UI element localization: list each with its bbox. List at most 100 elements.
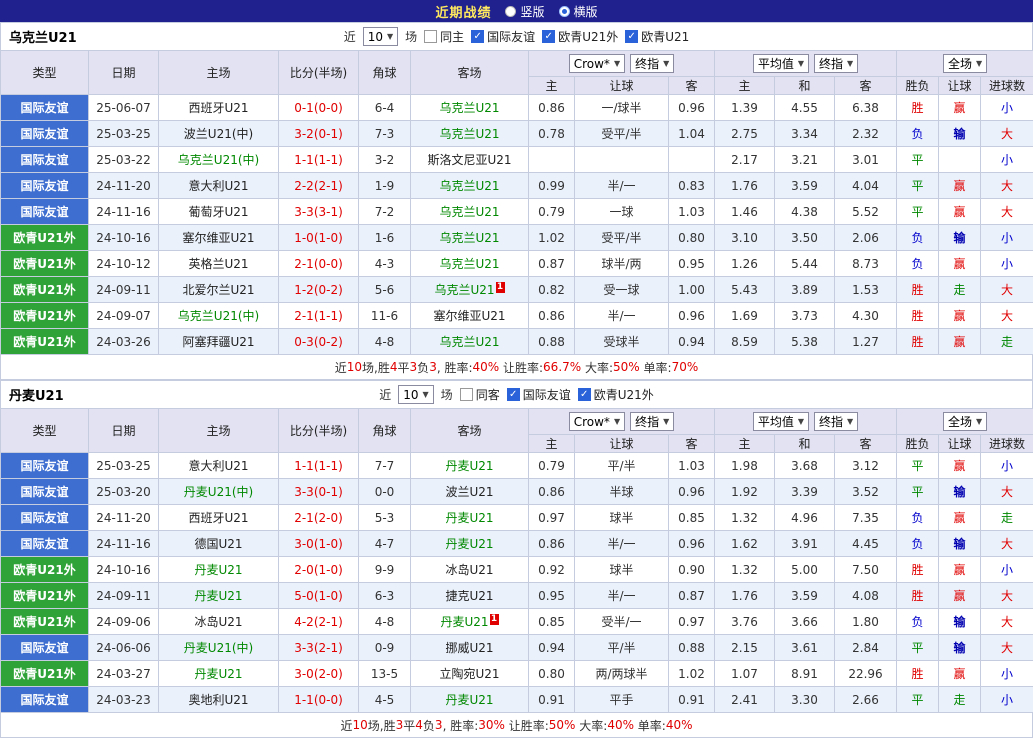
- summary-segment: 3: [435, 718, 443, 732]
- result-goals: 大: [981, 199, 1033, 225]
- corner-score: 11-6: [359, 303, 411, 329]
- avg-draw-odds: 3.89: [775, 277, 835, 303]
- match-score: 2-1(1-1): [279, 303, 359, 329]
- team-text: 意大利U21: [188, 179, 248, 193]
- result-wdl: 胜: [897, 95, 939, 121]
- odds-home-value: 0.92: [529, 557, 575, 583]
- summary-segment: 40%: [473, 360, 500, 374]
- summary-segment: 30%: [478, 718, 505, 732]
- odds-time-select[interactable]: 终指 ▼: [630, 54, 674, 73]
- away-team-name: 丹麦U211: [411, 609, 529, 635]
- checkbox-icon: [507, 388, 520, 401]
- select-value: 10: [368, 30, 383, 44]
- odds-away-value: 1.02: [669, 661, 715, 687]
- filter-near-label: 近: [379, 386, 391, 403]
- corner-score: 1-9: [359, 173, 411, 199]
- filter-checkbox[interactable]: 同客: [460, 386, 500, 403]
- col-away: 客场: [411, 409, 529, 453]
- chevron-down-icon: ▼: [423, 390, 429, 399]
- checkbox-label: 同主: [440, 28, 464, 45]
- match-row: 欧青U21外 24-10-16 塞尔维亚U21 1-0(1-0) 1-6 乌克兰…: [1, 225, 1033, 251]
- odds-home-value: 0.79: [529, 453, 575, 479]
- result-handicap: 赢: [939, 583, 981, 609]
- odds-away-value: 0.91: [669, 687, 715, 713]
- summary-segment: 40%: [666, 718, 693, 732]
- filter-checkbox[interactable]: 欧青U21外: [542, 28, 618, 45]
- team-text: 意大利U21: [188, 459, 248, 473]
- odds-away-value: 0.96: [669, 303, 715, 329]
- avg-home-odds: 1.07: [715, 661, 775, 687]
- layout-radio-horizontal[interactable]: 横版: [559, 3, 598, 20]
- odds-time-select[interactable]: 终指 ▼: [630, 412, 674, 431]
- team-text: 立陶宛U21: [439, 667, 499, 681]
- summary-segment: 让胜率:: [505, 717, 549, 734]
- avg-source-select[interactable]: 平均值 ▼: [753, 54, 809, 73]
- result-handicap: 赢: [939, 251, 981, 277]
- result-handicap: 走: [939, 687, 981, 713]
- result-handicap: 输: [939, 531, 981, 557]
- filter-checkbox[interactable]: 国际友谊: [507, 386, 571, 403]
- team-text: 挪威U21: [445, 641, 493, 655]
- summary-segment: 70%: [672, 360, 699, 374]
- team-text: 乌克兰U21: [439, 335, 499, 349]
- col-type: 类型: [1, 51, 89, 95]
- avg-time-select[interactable]: 终指 ▼: [814, 412, 858, 431]
- summary-segment: 40%: [607, 718, 634, 732]
- result-wdl: 胜: [897, 583, 939, 609]
- filter-checkbox[interactable]: 同主: [424, 28, 464, 45]
- checkbox-label: 欧青U21外: [594, 386, 654, 403]
- summary-segment: 负: [417, 359, 429, 376]
- summary-segment: 66.7%: [543, 360, 581, 374]
- odds-away-value: 0.85: [669, 505, 715, 531]
- scope-select[interactable]: 全场 ▼: [943, 412, 987, 431]
- col-odds-away: 客: [669, 77, 715, 95]
- match-count-select[interactable]: 10 ▼: [398, 385, 433, 404]
- odds-away-value: 0.83: [669, 173, 715, 199]
- match-row: 欧青U21外 24-03-26 阿塞拜疆U21 0-3(0-2) 4-8 乌克兰…: [1, 329, 1033, 355]
- filter-checkbox[interactable]: 欧青U21: [625, 28, 689, 45]
- odds-home-value: [529, 147, 575, 173]
- result-handicap: 赢: [939, 557, 981, 583]
- team-text: 乌克兰U21: [439, 257, 499, 271]
- odds-away-value: 1.03: [669, 199, 715, 225]
- match-score: 3-0(2-0): [279, 661, 359, 687]
- avg-away-odds: 1.80: [835, 609, 897, 635]
- avg-draw-odds: 3.34: [775, 121, 835, 147]
- col-avg-away: 客: [835, 435, 897, 453]
- match-type-badge: 欧青U21外: [1, 583, 89, 609]
- avg-time-select[interactable]: 终指 ▼: [814, 54, 858, 73]
- odds-home-value: 0.86: [529, 531, 575, 557]
- odds-home-value: 0.99: [529, 173, 575, 199]
- match-count-select[interactable]: 10 ▼: [363, 27, 398, 46]
- layout-radio-vertical[interactable]: 竖版: [505, 3, 544, 20]
- odds-away-value: 0.88: [669, 635, 715, 661]
- result-wdl: 胜: [897, 277, 939, 303]
- avg-home-odds: 1.26: [715, 251, 775, 277]
- home-team-name: 丹麦U21(中): [159, 635, 279, 661]
- summary-segment: 单率:: [640, 359, 672, 376]
- match-date: 24-09-07: [89, 303, 159, 329]
- match-type-badge: 欧青U21外: [1, 251, 89, 277]
- result-wdl: 平: [897, 199, 939, 225]
- odds-source-select[interactable]: Crow* ▼: [569, 412, 625, 431]
- section-denmark-u21: 丹麦U21 近 10 ▼ 场 同客 国际友谊 欧青U21外: [0, 380, 1033, 738]
- team-text: 西班牙U21: [188, 511, 248, 525]
- scope-select[interactable]: 全场 ▼: [943, 54, 987, 73]
- checkbox-icon: [471, 30, 484, 43]
- avg-away-odds: 4.08: [835, 583, 897, 609]
- checkbox-label: 欧青U21外: [558, 28, 618, 45]
- filter-checkbox[interactable]: 国际友谊: [471, 28, 535, 45]
- odds-home-value: 0.91: [529, 687, 575, 713]
- handicap-line: 半/一: [575, 173, 669, 199]
- result-wdl: 负: [897, 225, 939, 251]
- avg-home-odds: 1.32: [715, 505, 775, 531]
- col-result-wdl: 胜负: [897, 77, 939, 95]
- avg-away-odds: 2.32: [835, 121, 897, 147]
- filter-checkbox[interactable]: 欧青U21外: [578, 386, 654, 403]
- summary-segment: 单率:: [634, 717, 666, 734]
- result-goals: 小: [981, 95, 1033, 121]
- match-type-badge: 欧青U21外: [1, 609, 89, 635]
- avg-source-select[interactable]: 平均值 ▼: [753, 412, 809, 431]
- odds-source-select[interactable]: Crow* ▼: [569, 54, 625, 73]
- odds-home-value: 0.82: [529, 277, 575, 303]
